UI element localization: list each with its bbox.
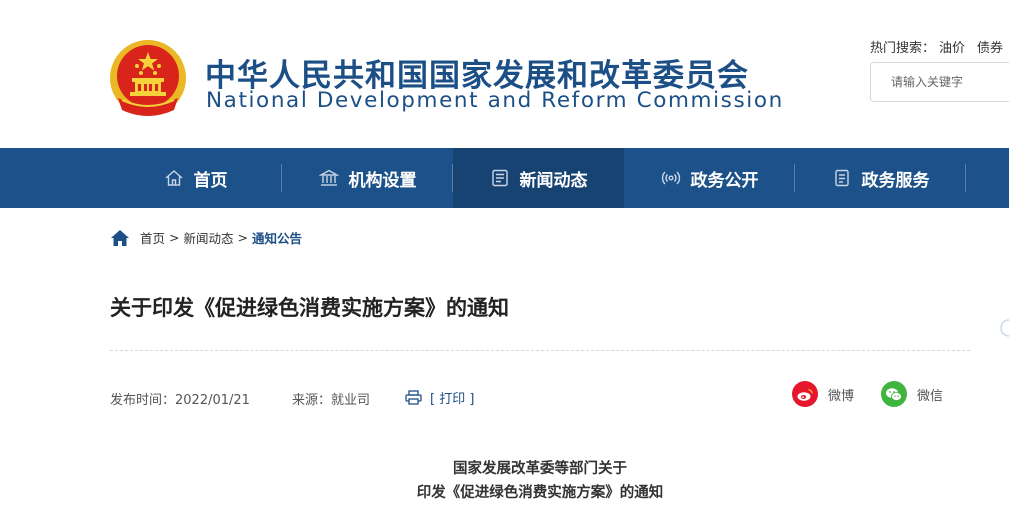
document-icon — [834, 169, 849, 187]
news-icon — [491, 169, 508, 187]
hot-search: 热门搜索： 油价 债券 — [870, 37, 1009, 56]
nav-item-public-affairs[interactable]: 政务公开 — [624, 148, 795, 208]
nav-item-news[interactable]: 新闻动态 — [453, 148, 624, 208]
nav-item-label: 新闻动态 — [519, 170, 588, 191]
search-box — [870, 62, 1009, 102]
hot-search-label: 热门搜索： — [870, 41, 936, 56]
document-heading-line-1: 国家发展改革委等部门关于 — [453, 461, 627, 477]
nav-item-label: 政务服务 — [861, 170, 930, 191]
home-icon[interactable] — [110, 229, 130, 247]
breadcrumb-item-home[interactable]: 首页 — [140, 228, 165, 247]
breadcrumb-separator: > — [237, 230, 248, 245]
wechat-icon — [881, 381, 907, 407]
printer-icon — [405, 390, 422, 405]
publish-date: 2022/01/21 — [175, 393, 250, 408]
hot-keyword-link[interactable]: 债券 — [977, 41, 1003, 56]
broadcast-icon — [661, 171, 680, 185]
share-wechat-label: 微信 — [917, 388, 944, 404]
nav-item-services[interactable]: 政务服务 — [795, 148, 966, 208]
print-label: [ 打印 ] — [430, 392, 475, 407]
article-title: 关于印发《促进绿色消费实施方案》的通知 — [110, 296, 509, 320]
source-value: 就业司 — [331, 393, 371, 408]
print-button[interactable]: [ 打印 ] — [405, 388, 474, 407]
source-label: 来源： — [292, 393, 332, 408]
nav-item-home[interactable]: 首页 — [110, 148, 281, 208]
title-divider — [110, 350, 970, 351]
national-emblem-icon[interactable] — [108, 38, 188, 122]
nav-item-label: 首页 — [193, 170, 228, 191]
main-nav: 首页 机构设置 新闻动态 政务公开 政务服务 — [0, 148, 1009, 337]
hot-keyword-link[interactable]: 油价 — [939, 41, 965, 56]
breadcrumb-item-news[interactable]: 新闻动态 — [184, 228, 234, 247]
breadcrumb-item-current[interactable]: 通知公告 — [252, 228, 302, 247]
document-heading-line-2: 印发《促进绿色消费实施方案》的通知 — [416, 485, 664, 501]
share-wechat-button[interactable]: 微信 — [881, 381, 943, 407]
site-header: 中华人民共和国国家发展和改革委员会 National Development a… — [0, 0, 1009, 148]
nav-divider — [965, 164, 966, 192]
breadcrumb: 首页 > 新闻动态 > 通知公告 — [110, 228, 302, 247]
publish-label: 发布时间： — [110, 393, 176, 408]
more-nav-icon[interactable] — [999, 318, 1009, 338]
home-icon — [165, 170, 182, 186]
nav-item-label: 政务公开 — [690, 170, 759, 191]
site-title-english[interactable]: National Development and Reform Commissi… — [206, 88, 784, 113]
share-weibo-button[interactable]: 微博 — [792, 381, 854, 407]
article-source: 来源：就业司 — [292, 389, 370, 408]
share-weibo-label: 微博 — [828, 388, 855, 404]
nav-item-label: 机构设置 — [348, 170, 417, 191]
weibo-icon — [792, 381, 818, 407]
search-input[interactable] — [871, 63, 1009, 101]
institution-icon — [318, 169, 339, 186]
breadcrumb-separator: > — [169, 230, 180, 245]
nav-item-institution[interactable]: 机构设置 — [282, 148, 453, 208]
publish-time: 发布时间：2022/01/21 — [110, 389, 250, 408]
